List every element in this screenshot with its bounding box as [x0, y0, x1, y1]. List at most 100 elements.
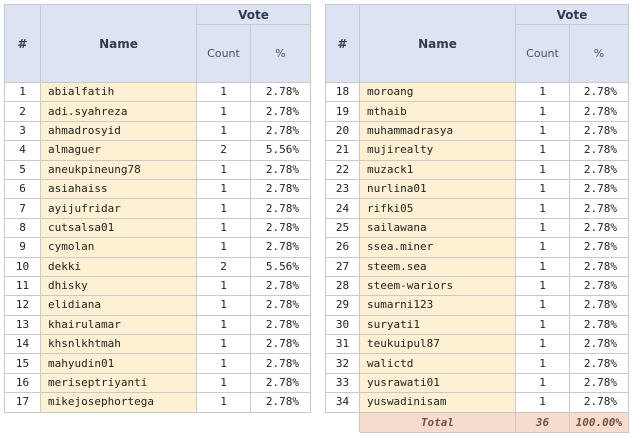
header-number: # — [325, 4, 360, 83]
row-number: 23 — [325, 178, 360, 200]
row-percent: 2.78% — [250, 237, 311, 258]
header-vote: Vote — [196, 4, 311, 25]
table-row: 19 mthaib 1 2.78% — [325, 101, 629, 122]
row-percent: 2.78% — [569, 295, 629, 316]
row-count: 1 — [515, 275, 570, 297]
table-row: 26 ssea.miner 1 2.78% — [325, 237, 629, 258]
row-percent: 2.78% — [569, 314, 629, 336]
row-percent: 2.78% — [250, 275, 311, 297]
row-count: 1 — [515, 198, 570, 219]
header-count: Count — [196, 24, 251, 83]
row-name: muhammadrasya — [359, 120, 516, 142]
row-percent: 2.78% — [569, 237, 629, 258]
table-row: 34 yuswadinisam 1 2.78% — [325, 392, 629, 413]
row-count: 1 — [515, 81, 570, 103]
table-row: 5 aneukpineung78 1 2.78% — [4, 159, 311, 180]
row-count: 1 — [515, 256, 570, 277]
table-row: 3 ahmadrosyid 1 2.78% — [4, 120, 311, 142]
table-row: 15 mahyudin01 1 2.78% — [4, 353, 311, 374]
header-name: Name — [40, 4, 197, 83]
table-row: 9 cymolan 1 2.78% — [4, 237, 311, 258]
table-row: 28 steem-wariors 1 2.78% — [325, 275, 629, 297]
row-percent: 2.78% — [569, 353, 629, 374]
row-number: 6 — [4, 178, 41, 200]
row-count: 1 — [515, 237, 570, 258]
row-name: meriseptriyanti — [40, 372, 197, 394]
table-row: 2 adi.syahreza 1 2.78% — [4, 101, 311, 122]
table-row: 24 rifki05 1 2.78% — [325, 198, 629, 219]
table-row: 14 khsnlkhtmah 1 2.78% — [4, 334, 311, 355]
row-count: 1 — [515, 295, 570, 316]
row-name: mahyudin01 — [40, 353, 197, 374]
row-percent: 2.78% — [250, 101, 311, 122]
row-percent: 2.78% — [569, 140, 629, 161]
row-percent: 2.78% — [250, 295, 311, 316]
row-name: yuswadinisam — [359, 392, 516, 413]
row-number: 19 — [325, 101, 360, 122]
row-name: almaguer — [40, 140, 197, 161]
row-number: 5 — [4, 159, 41, 180]
row-count: 1 — [515, 392, 570, 413]
table-row: 4 almaguer 2 5.56% — [4, 140, 311, 161]
table-row: 29 sumarni123 1 2.78% — [325, 295, 629, 316]
row-name: ayijufridar — [40, 198, 197, 219]
row-percent: 2.78% — [569, 334, 629, 355]
row-percent: 2.78% — [569, 217, 629, 239]
row-number: 25 — [325, 217, 360, 239]
header-vote: Vote — [515, 4, 629, 25]
table-row: 10 dekki 2 5.56% — [4, 256, 311, 277]
row-name: aneukpineung78 — [40, 159, 197, 180]
table-row: 23 nurlina01 1 2.78% — [325, 178, 629, 200]
row-name: adi.syahreza — [40, 101, 197, 122]
table-row: 25 sailawana 1 2.78% — [325, 217, 629, 239]
row-count: 1 — [196, 314, 251, 336]
row-name: ssea.miner — [359, 237, 516, 258]
header-count: Count — [515, 24, 570, 83]
row-percent: 2.78% — [250, 392, 311, 413]
row-percent: 2.78% — [250, 353, 311, 374]
row-number: 8 — [4, 217, 41, 239]
row-count: 1 — [196, 392, 251, 413]
row-number: 17 — [4, 392, 41, 413]
row-count: 1 — [515, 101, 570, 122]
row-number: 12 — [4, 295, 41, 316]
table-row: 1 abialfatih 1 2.78% — [4, 81, 311, 103]
table-row: 33 yusrawati01 1 2.78% — [325, 372, 629, 394]
table-row: 30 suryati1 1 2.78% — [325, 314, 629, 336]
row-name: cutsalsa01 — [40, 217, 197, 239]
table-row: 8 cutsalsa01 1 2.78% — [4, 217, 311, 239]
row-number: 3 — [4, 120, 41, 142]
row-percent: 2.78% — [569, 275, 629, 297]
row-number: 14 — [4, 334, 41, 355]
row-name: teukuipul87 — [359, 334, 516, 355]
row-number: 30 — [325, 314, 360, 336]
table-row: 21 mujirealty 1 2.78% — [325, 140, 629, 161]
row-count: 1 — [196, 198, 251, 219]
row-count: 1 — [515, 120, 570, 142]
row-percent: 2.78% — [569, 81, 629, 103]
row-count: 1 — [515, 159, 570, 180]
row-name: cymolan — [40, 237, 197, 258]
total-percent: 100.00% — [569, 411, 629, 433]
row-percent: 2.78% — [250, 81, 311, 103]
row-name: dekki — [40, 256, 197, 277]
row-name: sailawana — [359, 217, 516, 239]
row-count: 1 — [515, 140, 570, 161]
row-count: 2 — [196, 140, 251, 161]
row-percent: 2.78% — [250, 120, 311, 142]
row-name: khsnlkhtmah — [40, 334, 197, 355]
row-number: 2 — [4, 101, 41, 122]
row-count: 1 — [196, 275, 251, 297]
row-percent: 2.78% — [569, 120, 629, 142]
row-number: 16 — [4, 372, 41, 394]
row-count: 1 — [196, 237, 251, 258]
table-row: 32 walictd 1 2.78% — [325, 353, 629, 374]
row-name: dhisky — [40, 275, 197, 297]
table-row: 17 mikejosephortega 1 2.78% — [4, 392, 311, 413]
row-name: ahmadrosyid — [40, 120, 197, 142]
row-number: 18 — [325, 81, 360, 103]
row-name: steem-wariors — [359, 275, 516, 297]
row-name: mujirealty — [359, 140, 516, 161]
row-number: 7 — [4, 198, 41, 219]
table-body-right: 18 moroang 1 2.78% 19 mthaib 1 2.78% 20 muhammadr… — [325, 81, 629, 413]
